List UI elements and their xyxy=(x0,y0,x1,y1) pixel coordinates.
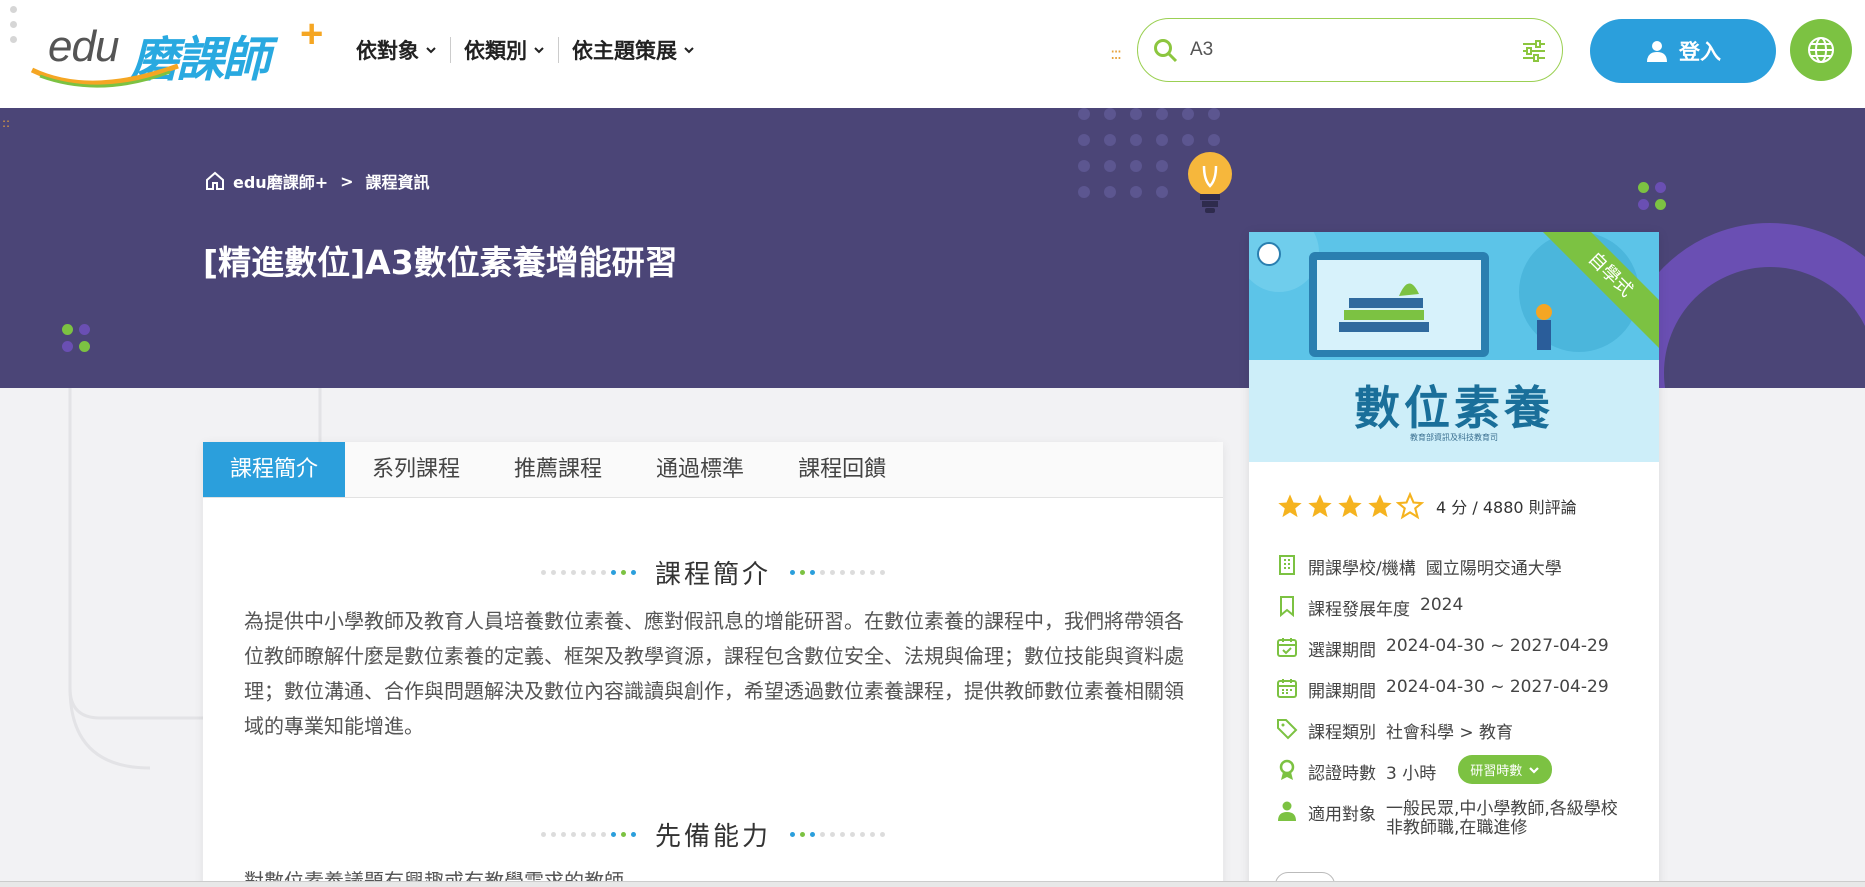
horizontal-scrollbar[interactable] xyxy=(0,881,1865,887)
info-value: 2024-04-30 ~ 2027-04-29 xyxy=(1386,636,1609,656)
section-heading-intro: 課程簡介 xyxy=(203,552,1223,592)
info-value: 2024-04-30 ~ 2027-04-29 xyxy=(1386,677,1609,697)
nav-by-category[interactable]: 依類別 xyxy=(451,35,558,65)
audience-line-1: 一般民眾,中小學教師,各級學校 xyxy=(1386,799,1618,819)
info-value: 社會科學 > 教育 xyxy=(1386,723,1514,743)
section-title: 先備能力 xyxy=(654,821,771,852)
star-filled-icon xyxy=(1338,494,1362,518)
info-value: 3 小時 xyxy=(1386,764,1437,784)
info-value: 國立陽明交通大學 xyxy=(1425,559,1562,579)
course-info-card: 數位素養 教育部資訊及科技教育司 自學式 4 分 / 4880 則評論 開課學校… xyxy=(1249,232,1659,887)
tab-series-courses[interactable]: 系列課程 xyxy=(345,442,487,497)
course-rating: 4 分 / 4880 則評論 xyxy=(1276,492,1577,520)
tab-course-feedback[interactable]: 課程回饋 xyxy=(771,442,913,497)
breadcrumb: edu磨課師+ > 課程資訊 xyxy=(205,169,430,193)
star-empty-icon xyxy=(1396,492,1424,520)
info-label: 開課學校/機構 xyxy=(1308,559,1416,579)
login-button[interactable]: 登入 xyxy=(1590,19,1776,83)
calendar-icon xyxy=(1277,679,1297,698)
info-label: 開課期間 xyxy=(1308,682,1376,702)
logo-swoosh-icon xyxy=(30,63,179,88)
decorative-dots: :: xyxy=(2,116,11,130)
globe-icon xyxy=(1808,37,1834,63)
info-row-institution: 開課學校/機構 國立陽明交通大學 xyxy=(1276,554,1646,595)
logo-plus: + xyxy=(300,12,324,56)
tab-bar: 課程簡介 系列課程 推薦課程 通過標準 課程回饋 xyxy=(203,442,1223,498)
nav-label: 依主題策展 xyxy=(572,39,677,63)
breadcrumb-separator: > xyxy=(340,171,354,191)
chevron-down-icon xyxy=(534,47,544,54)
info-row-cert-hours: 認證時數 3 小時 研習時數 xyxy=(1276,755,1646,800)
user-icon xyxy=(1647,41,1667,62)
lightbulb-icon xyxy=(1188,152,1232,213)
site-logo[interactable]: edu 磨課師 + xyxy=(30,12,340,88)
sliders-icon[interactable] xyxy=(1520,37,1548,65)
info-label: 選課期間 xyxy=(1308,641,1376,661)
study-hours-dropdown[interactable]: 研習時數 xyxy=(1458,755,1553,784)
breadcrumb-home-link[interactable]: edu磨課師+ xyxy=(233,169,328,193)
info-label: 課程類別 xyxy=(1308,723,1376,743)
person-icon xyxy=(1278,801,1296,821)
info-label: 適用對象 xyxy=(1308,805,1376,825)
info-label: 課程發展年度 xyxy=(1308,600,1410,620)
main-nav: 依對象 依類別 依主題策展 xyxy=(356,34,708,66)
star-filled-icon xyxy=(1278,494,1302,518)
decorative-dots xyxy=(539,569,639,575)
intro-text: 為提供中小學教師及教育人員培養數位素養、應對假訊息的增能研習。在數位素養的課程中… xyxy=(244,609,1184,738)
page-title: [精進數位]A3數位素養增能研習 xyxy=(203,243,678,282)
cover-title: 數位素養 xyxy=(1354,381,1554,435)
info-row-audience: 適用對象 一般民眾,中小學教師,各級學校 非教師職,在職進修 xyxy=(1276,800,1646,856)
nav-label: 依對象 xyxy=(356,39,419,63)
info-row-enroll-period: 選課期間 2024-04-30 ~ 2027-04-29 xyxy=(1276,636,1646,677)
chevron-down-icon xyxy=(1529,766,1540,774)
info-label: 認證時數 xyxy=(1308,764,1376,784)
breadcrumb-current: 課程資訊 xyxy=(365,173,430,192)
star-filled-icon xyxy=(1308,494,1332,518)
bookmark-icon xyxy=(1280,596,1294,617)
info-row-course-period: 開課期間 2024-04-30 ~ 2027-04-29 xyxy=(1276,677,1646,718)
chevron-down-icon xyxy=(426,47,436,54)
search-input[interactable] xyxy=(1190,33,1490,67)
site-header: edu 磨課師 + 依對象 依類別 依主題策展 ::: A3 登入 xyxy=(0,0,1865,108)
section-title: 課程簡介 xyxy=(654,559,771,590)
calendar-check-icon xyxy=(1277,638,1297,657)
login-label: 登入 xyxy=(1679,40,1721,64)
award-icon xyxy=(1279,759,1295,780)
course-info-list: 開課學校/機構 國立陽明交通大學 課程發展年度 2024 選課期間 2024-0… xyxy=(1276,554,1646,856)
rating-text: 4 分 / 4880 則評論 xyxy=(1436,498,1577,517)
info-value: 2024 xyxy=(1420,595,1464,615)
course-detail-card: 課程簡介 系列課程 推薦課程 通過標準 課程回饋 課程簡介 為提供中小學教師及教… xyxy=(203,442,1223,887)
decorative-dots xyxy=(787,569,887,575)
decorative-dots: ::: xyxy=(1110,44,1122,63)
tab-recommended-courses[interactable]: 推薦課程 xyxy=(487,442,629,497)
decorative-dots xyxy=(787,831,887,837)
course-cover-image: 數位素養 教育部資訊及科技教育司 自學式 xyxy=(1249,232,1659,462)
info-value: 一般民眾,中小學教師,各級學校 非教師職,在職進修 xyxy=(1386,800,1618,838)
decorative-dots xyxy=(62,324,92,354)
cover-subtitle: 教育部資訊及科技教育司 xyxy=(1410,433,1498,442)
home-icon[interactable] xyxy=(205,171,225,191)
audience-line-2: 非教師職,在職進修 xyxy=(1386,818,1528,838)
decorative-dots xyxy=(1638,182,1668,212)
nav-by-theme[interactable]: 依主題策展 xyxy=(559,35,708,65)
building-icon xyxy=(1279,555,1295,575)
nav-label: 依類別 xyxy=(464,39,527,63)
language-button[interactable] xyxy=(1790,19,1852,81)
tab-pass-criteria[interactable]: 通過標準 xyxy=(629,442,771,497)
section-heading-prereq: 先備能力 xyxy=(203,814,1223,854)
info-row-year: 課程發展年度 2024 xyxy=(1276,595,1646,636)
search-box xyxy=(1137,18,1563,82)
decorative-dots xyxy=(10,6,18,62)
pill-label: 研習時數 xyxy=(1470,764,1523,779)
star-filled-icon xyxy=(1368,494,1392,518)
info-row-category: 課程類別 社會科學 > 教育 xyxy=(1276,718,1646,759)
nav-by-audience[interactable]: 依對象 xyxy=(356,35,450,65)
tag-icon xyxy=(1277,719,1298,740)
tab-course-intro[interactable]: 課程簡介 xyxy=(203,442,346,497)
chevron-down-icon xyxy=(684,47,694,54)
search-icon[interactable] xyxy=(1152,37,1180,65)
decorative-dots xyxy=(539,831,639,837)
